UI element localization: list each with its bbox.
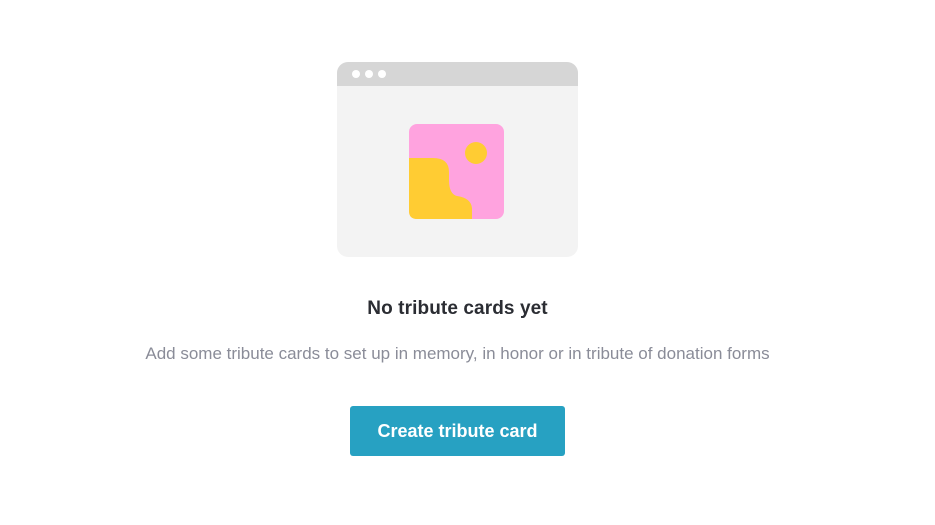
image-placeholder-icon	[409, 124, 504, 219]
window-dot-icon	[378, 70, 386, 78]
browser-titlebar	[337, 62, 578, 86]
create-tribute-card-button[interactable]: Create tribute card	[350, 406, 565, 456]
browser-illustration	[337, 62, 578, 257]
empty-state-description: Add some tribute cards to set up in memo…	[145, 344, 770, 363]
empty-state: No tribute cards yet Add some tribute ca…	[0, 0, 935, 525]
empty-state-title: No tribute cards yet	[367, 298, 548, 319]
browser-frame	[337, 62, 578, 257]
window-dot-icon	[352, 70, 360, 78]
window-dot-icon	[365, 70, 373, 78]
